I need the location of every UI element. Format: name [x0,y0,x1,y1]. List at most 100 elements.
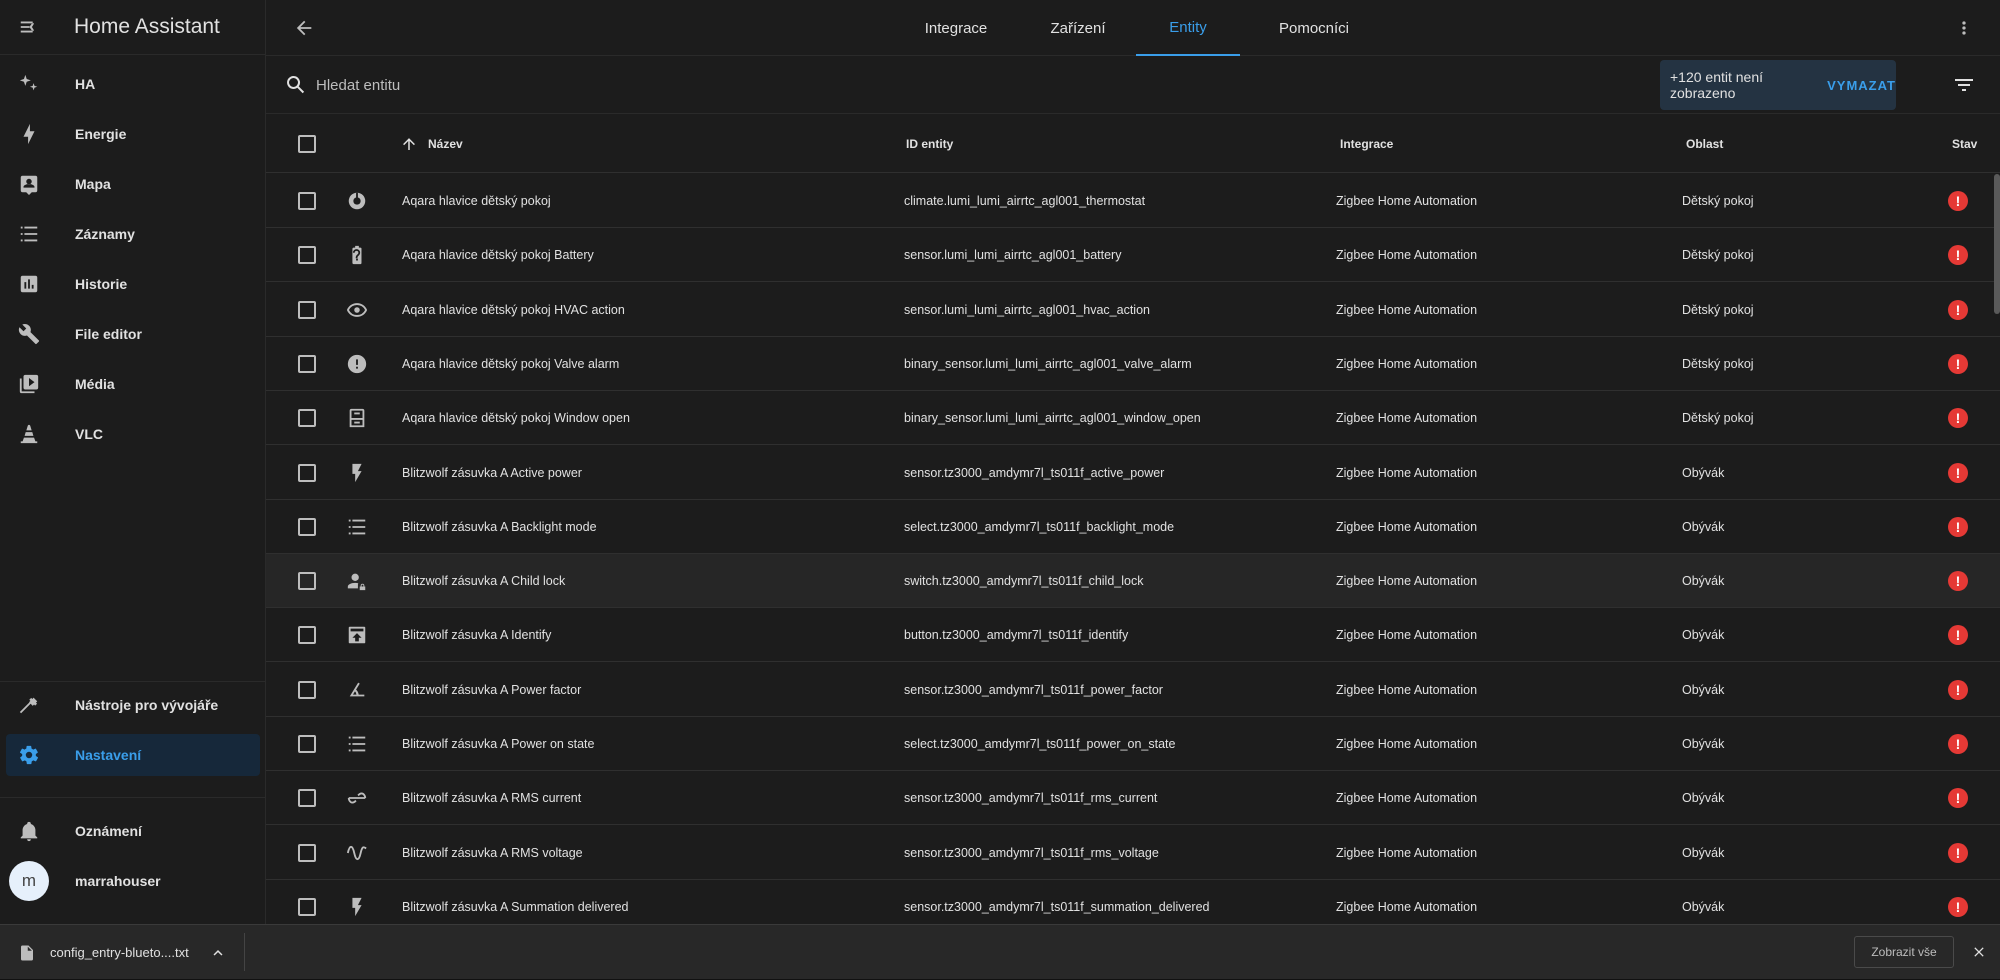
row-checkbox[interactable] [298,446,316,500]
sidebar-item-settings[interactable]: Nastavení [6,734,260,776]
flash-icon [346,446,368,500]
checkbox-box [298,354,316,373]
sidebar-item-user[interactable]: m marrahouser [6,860,260,902]
table-row[interactable]: Blitzwolf zásuvka A Active power sensor.t… [266,446,2000,500]
sidebar-divider [0,681,266,682]
chevron-up-icon[interactable] [209,944,227,962]
window-icon [346,391,368,445]
sidebar-item-energie[interactable]: Energie [6,113,260,155]
entity-id: sensor.tz3000_amdymr7l_ts011f_rms_voltag… [904,845,1159,860]
column-header-status[interactable]: Stav [1952,114,1977,173]
tab-zarizeni[interactable]: Zařízení [1018,0,1138,56]
checkbox-box [298,626,316,645]
row-checkbox[interactable] [298,174,316,228]
sort-arrow-up-icon[interactable] [400,114,418,173]
sidebar-item-vlc[interactable]: VLC [6,413,260,455]
checkbox-box [298,463,316,482]
table-row[interactable]: Aqara hlavice dětský pokoj Window open bi… [266,391,2000,446]
sidebar-item-file-editor[interactable]: File editor [6,313,260,355]
column-header-name[interactable]: Název [428,114,463,173]
row-checkbox[interactable] [298,500,316,554]
alert-error-icon: ! [1948,842,1968,863]
overflow-menu-button[interactable] [1952,16,1976,40]
select-all-checkbox[interactable] [298,114,316,173]
row-checkbox[interactable] [298,554,316,608]
tab-pomocnici[interactable]: Pomocníci [1246,0,1382,56]
scrollbar[interactable] [1994,174,2000,314]
search-input[interactable] [316,70,916,100]
eye-icon [346,283,368,337]
row-checkbox[interactable] [298,771,316,825]
table-row[interactable]: Blitzwolf zásuvka A Identify button.tz300… [266,608,2000,663]
back-button[interactable] [290,14,318,42]
row-checkbox[interactable] [298,228,316,282]
entity-name: Blitzwolf zásuvka A Child lock [402,574,566,589]
status-cell: ! [1948,608,1968,662]
sidebar-item-developer-tools[interactable]: Nástroje pro vývojáře [6,684,260,726]
sidebar-item-zaznamy[interactable]: Záznamy [6,213,260,255]
sidebar-item-mapa[interactable]: Mapa [6,163,260,205]
sidebar-item-historie[interactable]: Historie [6,263,260,305]
entity-area: Obývák [1682,628,1725,643]
entity-area: Dětský pokoj [1682,356,1754,371]
checkbox-box [298,789,316,808]
menu-toggle-button[interactable] [0,0,58,55]
alert-error-icon: ! [1948,299,1968,320]
entity-id: button.tz3000_amdymr7l_ts011f_identify [904,628,1129,643]
row-checkbox[interactable] [298,826,316,880]
entity-area: Obývák [1682,519,1725,534]
table-row[interactable]: Blitzwolf zásuvka A Power factor sensor.t… [266,663,2000,717]
row-checkbox[interactable] [298,663,316,717]
download-bar: config_entry-blueto....txt Zobrazit vše [0,924,2000,979]
entity-name: Aqara hlavice dětský pokoj Battery [402,248,594,263]
clear-filter-button[interactable]: VYMAZAT [1827,78,1896,93]
row-checkbox[interactable] [298,608,316,662]
entity-name: Blitzwolf zásuvka A Identify [402,628,552,643]
row-checkbox[interactable] [298,283,316,337]
table-row[interactable]: Blitzwolf zásuvka A RMS voltage sensor.tz… [266,826,2000,880]
sidebar-item-label: HA [75,76,96,92]
row-checkbox[interactable] [298,717,316,771]
entity-integration: Zigbee Home Automation [1336,519,1478,534]
entity-name: Blitzwolf zásuvka A Power on state [402,737,595,751]
show-all-downloads-button[interactable]: Zobrazit vše [1854,936,1954,968]
gear-icon [6,734,52,776]
sidebar-item-media[interactable]: Média [6,363,260,405]
table-row[interactable]: Aqara hlavice dětský pokoj Battery sensor… [266,228,2000,283]
arrow-left-icon [296,20,312,36]
alert-error-icon: ! [1948,408,1968,429]
checkbox-box [298,134,316,153]
close-download-bar-button[interactable] [1968,941,1990,963]
column-header-integration[interactable]: Integrace [1340,114,1393,173]
column-header-entity-id[interactable]: ID entity [906,114,953,173]
table-row[interactable]: Blitzwolf zásuvka A Backlight mode select… [266,500,2000,554]
status-cell: ! [1948,283,1968,337]
tab-entity[interactable]: Entity [1136,0,1240,56]
sidebar-item-notifications[interactable]: Oznámení [6,810,260,852]
row-checkbox[interactable] [298,337,316,391]
table-row[interactable]: Blitzwolf zásuvka A Power on state select… [266,717,2000,771]
table-row[interactable]: Blitzwolf zásuvka A RMS current sensor.tz… [266,771,2000,826]
table-row[interactable]: Blitzwolf zásuvka A Child lock switch.tz3… [266,554,2000,609]
download-item[interactable]: config_entry-blueto....txt [18,925,227,980]
sidebar-item-ha[interactable]: HA [6,63,260,105]
status-cell: ! [1948,228,1968,282]
search-bar: +120 entit není zobrazeno VYMAZAT [266,56,2000,114]
status-cell: ! [1948,771,1968,825]
column-header-area[interactable]: Oblast [1686,114,1723,173]
tab-integrace[interactable]: Integrace [896,0,1016,56]
table-row[interactable]: Aqara hlavice dětský pokoj climate.lumi_l… [266,174,2000,228]
entity-area: Obývák [1682,845,1725,860]
filter-icon[interactable] [1952,73,1976,102]
table-row[interactable]: Aqara hlavice dětský pokoj Valve alarm bi… [266,337,2000,391]
sidebar-item-label: Záznamy [75,226,135,242]
entity-id: switch.tz3000_amdymr7l_ts011f_child_lock [904,574,1144,589]
table-row[interactable]: Aqara hlavice dětský pokoj HVAC action se… [266,283,2000,337]
sidebar-header: Home Assistant [0,0,265,55]
entity-area: Obývák [1682,682,1725,697]
status-cell: ! [1948,446,1968,500]
entity-integration: Zigbee Home Automation [1336,845,1478,860]
row-checkbox[interactable] [298,391,316,445]
sparkles-icon [6,63,52,105]
chart-box-icon [6,263,52,305]
